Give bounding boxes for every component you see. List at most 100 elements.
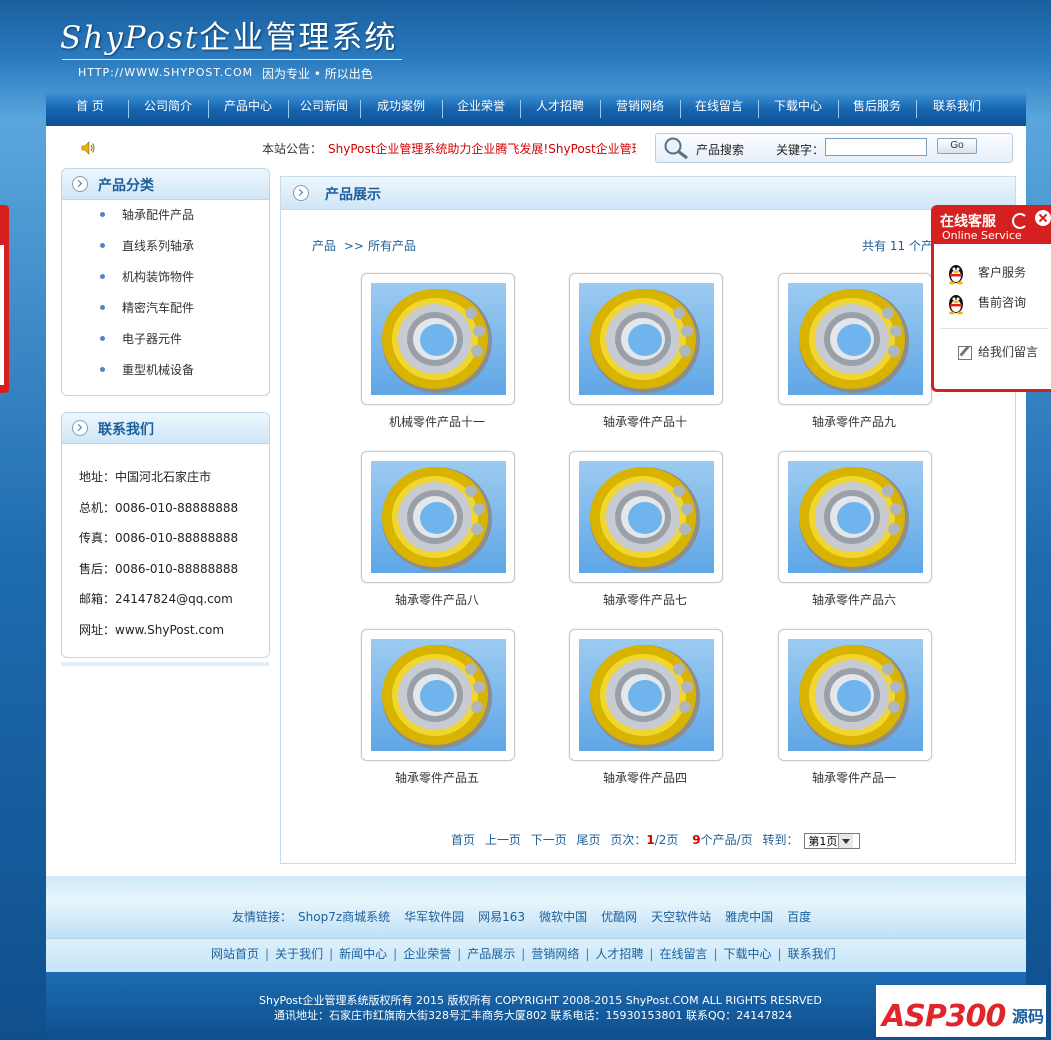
product-image-frame[interactable] — [569, 273, 723, 405]
logo[interactable]: ShyPost企业管理系统 — [60, 12, 397, 57]
search-go-button[interactable]: Go — [937, 138, 977, 154]
nav-item-download[interactable]: 下载中心 — [758, 92, 838, 126]
product-name[interactable]: 轴承零件产品七 — [569, 591, 721, 608]
product-image-frame[interactable] — [361, 451, 515, 583]
bearing-image[interactable] — [579, 283, 714, 395]
product-image-frame[interactable] — [569, 451, 723, 583]
nav-item-network[interactable]: 营销网络 — [600, 92, 680, 126]
showcase-title: 产品展示 — [325, 187, 381, 203]
contact-fax: 传真：0086-010-88888888 — [79, 531, 239, 545]
product-name[interactable]: 轴承零件产品一 — [778, 769, 930, 786]
friend-link[interactable]: 优酷网 — [601, 910, 637, 924]
product-name[interactable]: 轴承零件产品五 — [361, 769, 513, 786]
product-card[interactable]: 轴承零件产品七 — [569, 451, 725, 608]
content-panel: 本站公告： ShyPost企业管理系统助力企业腾飞发展!ShyPost企业管理 … — [46, 126, 1026, 876]
nav-item-cases[interactable]: 成功案例 — [360, 92, 442, 126]
bullet-icon — [100, 305, 105, 310]
product-image-frame[interactable] — [361, 629, 515, 761]
product-card[interactable]: 轴承零件产品一 — [778, 629, 934, 786]
close-icon[interactable] — [1035, 210, 1051, 226]
bullet-icon — [100, 367, 105, 372]
nav-item-honors[interactable]: 企业荣誉 — [442, 92, 520, 126]
bearing-image[interactable] — [371, 283, 506, 395]
breadcrumb-current[interactable]: 所有产品 — [368, 239, 416, 253]
category-item[interactable]: 直线系列轴承 — [62, 231, 269, 262]
service-customer[interactable]: 客户服务 — [944, 261, 1026, 285]
footer-link-contact[interactable]: 联系我们 — [788, 947, 836, 961]
category-item[interactable]: 精密汽车配件 — [62, 293, 269, 324]
bearing-image[interactable] — [579, 639, 714, 751]
notice-marquee[interactable]: ShyPost企业管理系统助力企业腾飞发展!ShyPost企业管理 — [328, 140, 636, 157]
watermark-logo: ASP300 源码 — [876, 985, 1046, 1037]
nav-item-message[interactable]: 在线留言 — [680, 92, 758, 126]
friend-link[interactable]: 华军软件园 — [404, 910, 464, 924]
product-card[interactable]: 轴承零件产品十 — [569, 273, 725, 430]
product-card[interactable]: 轴承零件产品八 — [361, 451, 517, 608]
footer-link-products[interactable]: 产品展示 — [467, 947, 515, 961]
nav-item-jobs[interactable]: 人才招聘 — [520, 92, 600, 126]
friend-link[interactable]: Shop7z商城系统 — [298, 910, 390, 924]
product-name[interactable]: 轴承零件产品六 — [778, 591, 930, 608]
product-image-frame[interactable] — [778, 451, 932, 583]
bearing-image[interactable] — [371, 461, 506, 573]
nav-item-about[interactable]: 公司简介 — [128, 92, 208, 126]
pager-last[interactable]: 尾页 — [577, 833, 601, 847]
footer-link-honors[interactable]: 企业荣誉 — [403, 947, 451, 961]
product-name[interactable]: 机械零件产品十一 — [361, 413, 513, 430]
friend-link[interactable]: 网易163 — [478, 910, 525, 924]
contact-address: 地址：中国河北石家庄市 — [79, 470, 212, 484]
pager-select[interactable]: 第1页 — [804, 832, 861, 849]
service-presales[interactable]: 售前咨询 — [944, 291, 1026, 315]
footer-link-about[interactable]: 关于我们 — [275, 947, 323, 961]
nav-item-contact[interactable]: 联系我们 — [916, 92, 998, 126]
product-card[interactable]: 轴承零件产品六 — [778, 451, 934, 608]
product-name[interactable]: 轴承零件产品八 — [361, 591, 513, 608]
friend-link[interactable]: 百度 — [787, 910, 811, 924]
category-item[interactable]: 轴承配件产品 — [62, 200, 269, 231]
footer-link-download[interactable]: 下载中心 — [724, 947, 772, 961]
bearing-image[interactable] — [371, 639, 506, 751]
footer-link-home[interactable]: 网站首页 — [211, 947, 259, 961]
bearing-image[interactable] — [788, 283, 923, 395]
product-card[interactable]: 轴承零件产品五 — [361, 629, 517, 786]
friend-link[interactable]: 天空软件站 — [651, 910, 711, 924]
breadcrumb-root[interactable]: 产品 — [312, 239, 336, 253]
product-image-frame[interactable] — [778, 629, 932, 761]
product-card[interactable]: 轴承零件产品九 — [778, 273, 934, 430]
friend-link[interactable]: 雅虎中国 — [725, 910, 773, 924]
product-card[interactable]: 机械零件产品十一 — [361, 273, 517, 430]
footer-separator: | — [457, 947, 462, 961]
footer-link-news[interactable]: 新闻中心 — [339, 947, 387, 961]
search-keyword-label: 关键字： — [776, 143, 825, 157]
pager-prev[interactable]: 上一页 — [485, 833, 521, 847]
category-item[interactable]: 重型机械设备 — [62, 355, 269, 386]
product-image-frame[interactable] — [569, 629, 723, 761]
category-item[interactable]: 机构装饰物件 — [62, 262, 269, 293]
watermark-suffix: 源码 — [1012, 1007, 1045, 1026]
search-input[interactable] — [825, 138, 927, 156]
product-card[interactable]: 轴承零件产品四 — [569, 629, 725, 786]
nav-item-home[interactable]: 首 页 — [52, 92, 128, 126]
nav-item-news[interactable]: 公司新闻 — [288, 92, 360, 126]
friend-link[interactable]: 微软中国 — [539, 910, 587, 924]
nav-item-service[interactable]: 售后服务 — [838, 92, 916, 126]
nav-item-products[interactable]: 产品中心 — [208, 92, 288, 126]
leave-message-link[interactable]: 给我们留言 — [958, 343, 1038, 360]
contact-header: 联系我们 — [62, 413, 269, 444]
product-name[interactable]: 轴承零件产品十 — [569, 413, 721, 430]
product-image-frame[interactable] — [778, 273, 932, 405]
category-item[interactable]: 电子器元件 — [62, 324, 269, 355]
bearing-image[interactable] — [788, 461, 923, 573]
product-name[interactable]: 轴承零件产品四 — [569, 769, 721, 786]
bearing-image[interactable] — [788, 639, 923, 751]
left-float-tab[interactable] — [0, 205, 9, 393]
product-name[interactable]: 轴承零件产品九 — [778, 413, 930, 430]
bearing-image[interactable] — [579, 461, 714, 573]
pager-first[interactable]: 首页 — [451, 833, 475, 847]
footer-link-jobs[interactable]: 人才招聘 — [595, 947, 643, 961]
footer-link-message[interactable]: 在线留言 — [659, 947, 707, 961]
pager-next[interactable]: 下一页 — [531, 833, 567, 847]
product-image-frame[interactable] — [361, 273, 515, 405]
contact-title: 联系我们 — [98, 422, 154, 438]
footer-link-network[interactable]: 营销网络 — [531, 947, 579, 961]
